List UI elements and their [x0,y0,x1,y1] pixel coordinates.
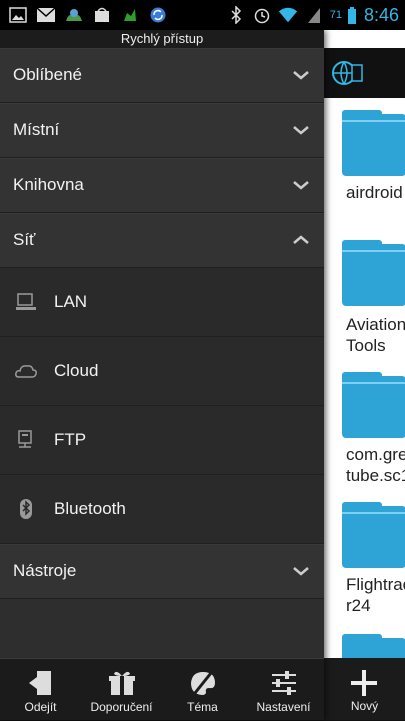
section-label: Místní [13,120,60,139]
exit-icon [29,671,51,695]
theme-label: Téma [187,700,218,714]
status-bar: 71 8:46 [0,0,405,30]
new-button-label: Nový [350,699,379,713]
folder-label: Aviation Tools [346,315,405,355]
folder-label: com.gree tube.sc1 [346,445,405,485]
chevron-down-icon [293,181,309,190]
network-item-label: FTP [54,430,87,449]
network-item-ftp[interactable]: FTP [0,406,324,475]
gallery-notification-icon [8,6,28,24]
section-tools[interactable]: Nástroje [0,544,324,599]
folder-label: Flightrac r24 [346,575,405,615]
computer-icon [16,293,36,310]
bluetooth-icon [20,499,32,519]
folder-icon [342,502,405,568]
bluetooth-status-icon [226,6,246,24]
store-notification-icon [92,6,112,24]
recommendations-label: Doporučení [90,700,153,714]
new-button[interactable]: Nový [324,658,405,720]
network-item-label: LAN [54,292,88,311]
folder-icon [342,110,405,176]
section-label: Nástroje [13,561,77,580]
settings-label: Nastavení [256,700,311,714]
network-item-label: Bluetooth [54,499,126,518]
android-notification-icon [120,6,140,24]
recommendations-button[interactable]: Doporučení [81,659,162,721]
network-globe-icon[interactable] [330,56,364,90]
clock: 8:46 [363,4,399,25]
network-item-cloud[interactable]: Cloud [0,337,324,406]
section-favorites[interactable]: Oblíbené [0,48,324,103]
theme-palette-icon [191,672,215,695]
chevron-up-icon [293,235,309,244]
network-item-label: Cloud [54,361,99,380]
file-browser-panel: airdroid Aviation Tools com.gree tube.sc… [324,30,405,720]
section-label: Knihovna [13,175,84,194]
section-library[interactable]: Knihovna [0,158,324,213]
gift-icon [109,671,135,695]
chevron-down-icon [293,126,309,135]
battery-percent: 71 [329,9,342,21]
wifi-icon [278,6,298,24]
ftp-server-icon [18,430,32,448]
folder-icon [342,240,405,306]
folder-label: airdroid [346,183,403,202]
section-label: Oblíbené [13,65,82,84]
theme-button[interactable]: Téma [162,659,243,721]
cell-signal-icon [304,6,324,24]
alarm-icon [252,6,272,24]
network-item-bluetooth[interactable]: Bluetooth [0,475,324,544]
chevron-down-icon [293,567,309,576]
section-label: Síť [13,230,36,249]
section-network[interactable]: Síť [0,213,324,268]
drawer-bottom-bar: Odejít Doporučení Téma Nastavení [0,658,324,720]
settings-button[interactable]: Nastavení [243,659,324,721]
cloud-icon [15,365,37,378]
sync-notification-icon [148,6,168,24]
battery-icon [347,6,356,24]
chevron-down-icon [293,71,309,80]
gmail-notification-icon [36,6,56,24]
content-toolbar [324,48,405,98]
folder-icon [342,372,405,438]
exit-button[interactable]: Odejít [0,659,81,721]
section-local[interactable]: Místní [0,103,324,158]
settings-sliders-icon [272,671,296,695]
quick-access-drawer: Rychlý přístup Oblíbené Místní Knihovna … [0,30,324,720]
weather-notification-icon [64,6,84,24]
content-bottom-bar: Nový [324,658,405,720]
network-item-lan[interactable]: LAN [0,268,324,337]
exit-label: Odejít [24,700,57,714]
drawer-title: Rychlý přístup [0,30,324,48]
plus-icon [351,670,377,696]
